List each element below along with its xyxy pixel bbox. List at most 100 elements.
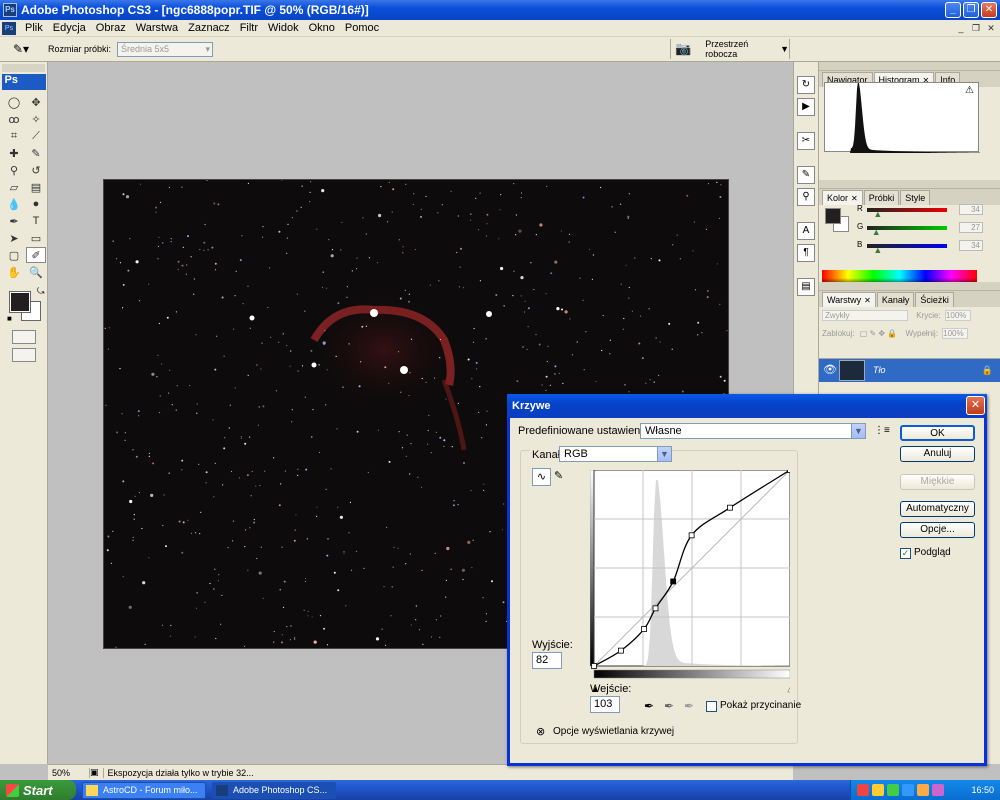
healing-brush-icon[interactable]: ✚ [4,145,24,161]
brush-tool-icon[interactable]: ✎ [26,145,46,161]
menu-plik[interactable]: Plik [20,22,48,34]
tab-swatches[interactable]: Próbki [863,190,900,205]
tray-icon[interactable] [902,784,914,796]
curve-point[interactable] [618,647,624,654]
clock[interactable]: 16:50 [971,785,994,795]
curve-point[interactable] [641,626,647,633]
minimize-button[interactable]: _ [945,2,961,18]
marquee-tool-icon[interactable]: ◯ [4,94,24,110]
zoom-tool-icon[interactable]: 🔍 [26,264,46,280]
options-button[interactable]: Opcje... [900,522,975,538]
layer-comps-icon[interactable]: ▤ [797,278,815,296]
foreground-color-swatch[interactable] [825,208,841,224]
curve-point[interactable] [688,532,695,539]
close-tab-icon[interactable]: ✕ [851,194,858,203]
tab-layers[interactable]: Warstwy ✕ [822,292,876,307]
taskbar-item-astrocd[interactable]: AstroCD - Forum miło... [82,781,206,799]
workspace-button[interactable]: 📷 Przestrzeń robocza ▼ [670,39,790,59]
doc-close-button[interactable]: ✕ [984,22,998,34]
paragraph-panel-icon[interactable]: ¶ [797,244,815,262]
output-field[interactable]: 82 [532,652,562,669]
history-brush-icon[interactable]: ↺ [26,162,46,178]
pencil-draw-icon[interactable]: ✎ [554,469,568,485]
close-tab-icon[interactable]: ✕ [864,296,871,305]
actions-panel-icon[interactable]: ▶ [797,98,815,116]
lasso-tool-icon[interactable]: ꝏ [4,111,24,127]
foreground-color-swatch[interactable] [9,291,31,313]
tray-icon[interactable] [857,784,869,796]
display-options-label[interactable]: Opcje wyświetlania krzywej [553,726,674,737]
preset-select[interactable]: Własne ▼ [640,423,866,439]
layer-row-background[interactable]: 👁 Tło 🔒 [819,358,1000,382]
white-eyedropper-icon[interactable]: ✒ [684,699,694,713]
tray-icon[interactable] [887,784,899,796]
black-eyedropper-icon[interactable]: ✒ [644,699,654,713]
taskbar-item-photoshop[interactable]: Adobe Photoshop CS... [212,781,336,799]
cancel-button[interactable]: Anuluj [900,446,975,462]
toolbox-grip[interactable] [2,64,45,72]
pen-tool-icon[interactable]: ✒ [4,213,24,229]
notes-tool-icon[interactable]: ▢ [4,247,24,263]
curve-point-tool-icon[interactable]: ∿ [532,468,551,486]
curve-point[interactable] [670,578,677,585]
swap-colors-icon[interactable]: ⤿ [37,286,45,297]
type-tool-icon[interactable]: T [26,213,46,229]
move-tool-icon[interactable]: ✥ [26,94,46,110]
channel-select[interactable]: RGB ▼ [559,446,672,462]
gradient-tool-icon[interactable]: ▤ [26,179,46,195]
menu-obraz[interactable]: Obraz [91,22,131,34]
red-slider-handle[interactable]: ▲ [873,209,882,219]
sample-size-select[interactable]: Średnia 5x5 [117,41,214,57]
screen-mode-button[interactable] [11,348,36,362]
magic-wand-tool-icon[interactable]: ✧ [26,111,46,127]
curve-point[interactable] [591,663,597,669]
tab-paths[interactable]: Ścieżki [915,292,954,307]
expand-chevron-icon[interactable]: ⊗ [536,725,545,738]
input-field[interactable]: 103 [590,696,620,713]
tool-presets-icon[interactable]: ✂ [797,132,815,150]
ok-button[interactable]: OK [900,425,975,441]
menu-warstwa[interactable]: Warstwa [131,22,183,34]
preset-menu-icon[interactable]: ⋮≡ [874,425,890,436]
curve-point[interactable] [787,470,791,473]
tab-color[interactable]: Kolor ✕ [822,190,863,205]
clone-stamp-icon[interactable]: ⚲ [4,162,24,178]
preview-checkbox[interactable]: ✓ [900,548,911,559]
menu-zaznacz[interactable]: Zaznacz [183,22,235,34]
default-colors-icon[interactable]: ■ [7,314,12,323]
opacity-field[interactable]: 100% [944,310,971,321]
slice-tool-icon[interactable]: ⟋ [26,128,46,144]
clone-source-icon[interactable]: ⚲ [797,188,815,206]
menu-widok[interactable]: Widok [263,22,304,34]
close-window-button[interactable]: ✕ [981,2,997,18]
blend-mode-select[interactable]: Zwykły [822,310,908,321]
warning-icon[interactable]: ⚠ [965,85,974,96]
curve-point[interactable] [727,504,733,511]
eyedropper-tool-preset-icon[interactable]: ✎▾ [6,39,36,59]
blue-slider-handle[interactable]: ▲ [873,245,882,255]
dialog-title-bar[interactable]: Krzywe ✕ [507,394,987,418]
tray-icon[interactable] [932,784,944,796]
curve-point[interactable] [652,605,659,612]
dodge-tool-icon[interactable]: ● [26,196,46,212]
eraser-tool-icon[interactable]: ▱ [4,179,24,195]
fill-field[interactable]: 100% [942,328,969,339]
green-value-field[interactable]: 27 [959,222,983,233]
tray-icon[interactable] [872,784,884,796]
zoom-level[interactable]: 50% [48,767,90,778]
tab-styles[interactable]: Style [900,190,931,205]
shape-tool-icon[interactable]: ▭ [26,230,46,246]
gray-eyedropper-icon[interactable]: ✒ [664,699,674,713]
lock-icons[interactable]: ▢ ✎ ✥ 🔒 [860,329,898,338]
menu-pomoc[interactable]: Pomoc [340,22,384,34]
crop-tool-icon[interactable]: ⌗ [4,128,24,144]
red-value-field[interactable]: 34 [959,204,983,215]
dialog-close-button[interactable]: ✕ [966,396,985,415]
hand-tool-icon[interactable]: ✋ [4,264,24,280]
tab-channels[interactable]: Kanały [876,292,915,307]
doc-restore-button[interactable]: ❐ [969,22,983,34]
show-clipping-checkbox[interactable] [706,701,717,712]
path-select-icon[interactable]: ➤ [4,230,24,246]
tray-icon[interactable] [917,784,929,796]
restore-button[interactable]: ❐ [963,2,979,18]
